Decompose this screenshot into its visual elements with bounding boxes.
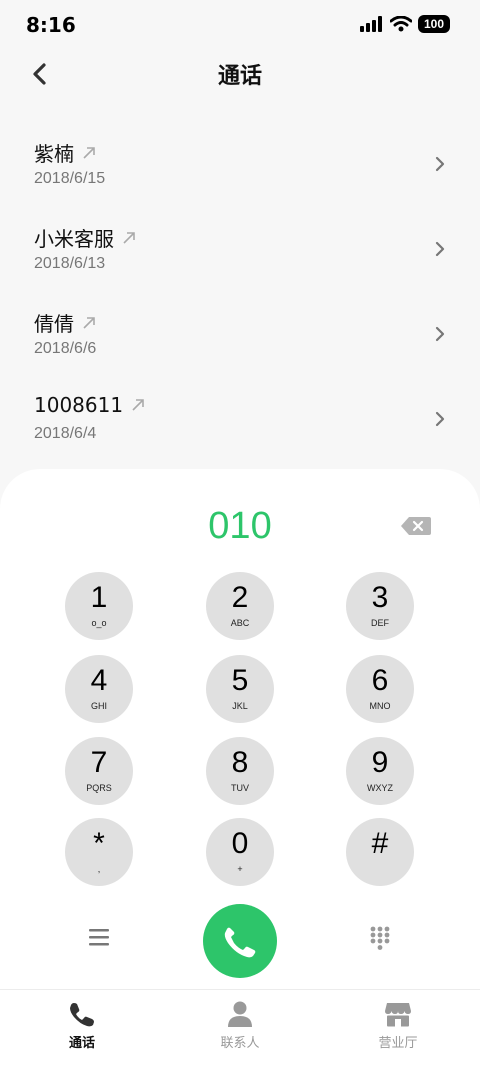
tab-contacts[interactable]: 联系人 xyxy=(160,990,320,1067)
call-name-row: 紫楠 xyxy=(34,138,96,167)
key-0[interactable]: 0 + xyxy=(206,818,274,886)
nav-bar: 通话 xyxy=(0,52,480,96)
call-date: 2018/6/6 xyxy=(34,340,97,357)
status-time: 8:16 xyxy=(26,13,76,37)
dialer-panel: 010 1 o_o 2 ABC 3 DEF 4 GHI 5 JKL 6 MNO … xyxy=(0,469,480,989)
menu-icon xyxy=(89,929,109,946)
key-hash[interactable]: # xyxy=(346,818,414,886)
chevron-right-icon xyxy=(435,411,445,427)
key-digit: 3 xyxy=(371,581,389,614)
call-item[interactable]: 小米客服 2018/6/13 xyxy=(0,207,480,292)
call-contact-name: 紫楠 xyxy=(34,142,74,166)
key-letters: MNO xyxy=(369,701,391,711)
key-letters: o_o xyxy=(91,618,107,628)
call-button[interactable] xyxy=(203,904,277,978)
key-9[interactable]: 9 WXYZ xyxy=(346,737,414,805)
tab-bar: 通话 联系人 营业厅 xyxy=(0,989,480,1067)
call-contact-name: 倩倩 xyxy=(34,312,74,336)
key-3[interactable]: 3 DEF xyxy=(346,572,414,640)
key-letters: DEF xyxy=(371,618,389,628)
outgoing-call-icon xyxy=(132,399,144,411)
call-name-row: 倩倩 xyxy=(34,308,96,337)
call-name-row: 1008611 xyxy=(34,393,145,417)
call-item[interactable]: 倩倩 2018/6/6 xyxy=(0,292,480,377)
key-8[interactable]: 8 TUV xyxy=(206,737,274,805)
key-digit: 8 xyxy=(231,746,249,779)
call-date: 2018/6/15 xyxy=(34,170,106,187)
phone-icon xyxy=(70,1003,94,1027)
call-item[interactable]: 紫楠 2018/6/15 xyxy=(0,122,480,207)
key-letters: GHI xyxy=(90,701,107,711)
battery-indicator: 100 xyxy=(418,15,450,33)
call-date: 2018/6/13 xyxy=(34,255,106,272)
key-2[interactable]: 2 ABC xyxy=(206,572,274,640)
key-letters: WXYZ xyxy=(367,783,393,793)
phone-icon xyxy=(224,927,256,958)
chevron-right-icon xyxy=(435,326,445,342)
key-digit: # xyxy=(371,827,389,860)
key-digit: 4 xyxy=(90,664,108,697)
signal-icon xyxy=(360,16,382,32)
outgoing-call-icon xyxy=(83,146,95,159)
key-star[interactable]: * , xyxy=(65,818,133,886)
key-4[interactable]: 4 GHI xyxy=(65,655,133,723)
key-digit: 5 xyxy=(231,664,249,697)
tab-label: 通话 xyxy=(68,1036,95,1051)
menu-button[interactable] xyxy=(88,927,110,947)
key-1[interactable]: 1 o_o xyxy=(65,572,133,640)
key-letters: PQRS xyxy=(86,783,112,793)
key-6[interactable]: 6 MNO xyxy=(346,655,414,723)
store-icon xyxy=(385,1003,411,1027)
chevron-right-icon xyxy=(435,241,445,257)
key-digit: 2 xyxy=(231,581,249,614)
wifi-icon xyxy=(390,16,412,32)
key-letters: ABC xyxy=(230,618,250,628)
tab-label: 营业厅 xyxy=(378,1036,418,1051)
call-name-row: 小米客服 xyxy=(34,223,136,252)
key-digit: 0 xyxy=(231,827,249,860)
key-digit: 6 xyxy=(371,664,389,697)
outgoing-call-icon xyxy=(83,316,95,329)
key-letters: TUV xyxy=(231,783,249,793)
tab-label: 联系人 xyxy=(220,1036,260,1051)
key-digit: 1 xyxy=(90,581,108,614)
call-history-list: 紫楠 2018/6/15 小米客服 2018/6/13 倩倩 2018/6/6 … xyxy=(0,122,480,462)
call-contact-name: 小米客服 xyxy=(34,227,114,251)
dialpad-icon xyxy=(370,926,390,950)
backspace-button[interactable] xyxy=(400,515,432,537)
dialer-actions xyxy=(0,899,480,979)
chevron-right-icon xyxy=(435,156,445,172)
keypad-toggle-button[interactable] xyxy=(369,925,391,951)
tab-calls[interactable]: 通话 xyxy=(2,990,162,1067)
outgoing-call-icon xyxy=(123,231,135,244)
key-digit: 7 xyxy=(90,746,108,779)
tab-store[interactable]: 营业厅 xyxy=(318,990,478,1067)
status-icons: 100 xyxy=(360,15,450,33)
key-letters: , xyxy=(97,864,101,874)
call-date: 2018/6/4 xyxy=(34,425,97,442)
page-title: 通话 xyxy=(217,64,262,89)
key-letters: + xyxy=(237,864,243,874)
person-icon xyxy=(228,1001,252,1027)
call-item[interactable]: 1008611 2018/6/4 xyxy=(0,377,480,462)
call-contact-name: 1008611 xyxy=(34,393,124,417)
key-5[interactable]: 5 JKL xyxy=(206,655,274,723)
key-7[interactable]: 7 PQRS xyxy=(65,737,133,805)
key-digit: 9 xyxy=(371,746,389,779)
status-bar: 8:16 100 xyxy=(0,0,480,50)
backspace-icon xyxy=(401,517,431,535)
key-letters: JKL xyxy=(232,701,248,711)
key-digit: * xyxy=(93,827,105,860)
